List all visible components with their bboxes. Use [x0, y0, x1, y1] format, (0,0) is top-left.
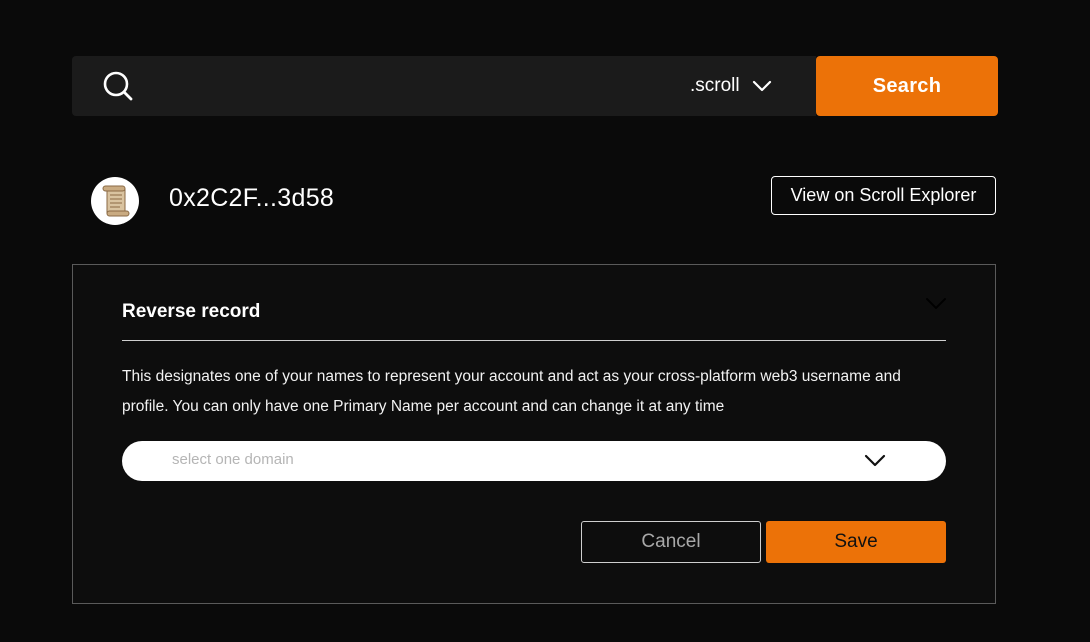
panel-title: Reverse record: [122, 301, 261, 322]
domain-select[interactable]: select one domain: [122, 441, 946, 481]
tld-dropdown[interactable]: .scroll: [690, 72, 772, 100]
search-icon: [103, 71, 133, 101]
search-bar: .scroll: [72, 56, 816, 116]
view-on-explorer-button[interactable]: View on Scroll Explorer: [771, 176, 996, 215]
save-button[interactable]: Save: [766, 521, 946, 563]
page: .scroll Search 0x2C2F...3d58 View on Scr…: [0, 0, 1090, 642]
chevron-down-icon: [864, 454, 886, 467]
domain-select-placeholder: select one domain: [172, 451, 294, 468]
cancel-button[interactable]: Cancel: [581, 521, 761, 563]
avatar: [91, 177, 139, 225]
panel-description: This designates one of your names to rep…: [122, 368, 901, 415]
chevron-down-icon: [752, 80, 771, 92]
chevron-down-icon[interactable]: [925, 297, 947, 311]
reverse-record-panel: Reverse record This designates one of yo…: [72, 264, 996, 604]
divider: [122, 340, 946, 341]
search-button[interactable]: Search: [816, 56, 998, 116]
tld-label: .scroll: [690, 75, 740, 96]
scroll-icon: [102, 185, 130, 217]
search-input[interactable]: [152, 66, 676, 108]
wallet-address: 0x2C2F...3d58: [169, 184, 335, 212]
